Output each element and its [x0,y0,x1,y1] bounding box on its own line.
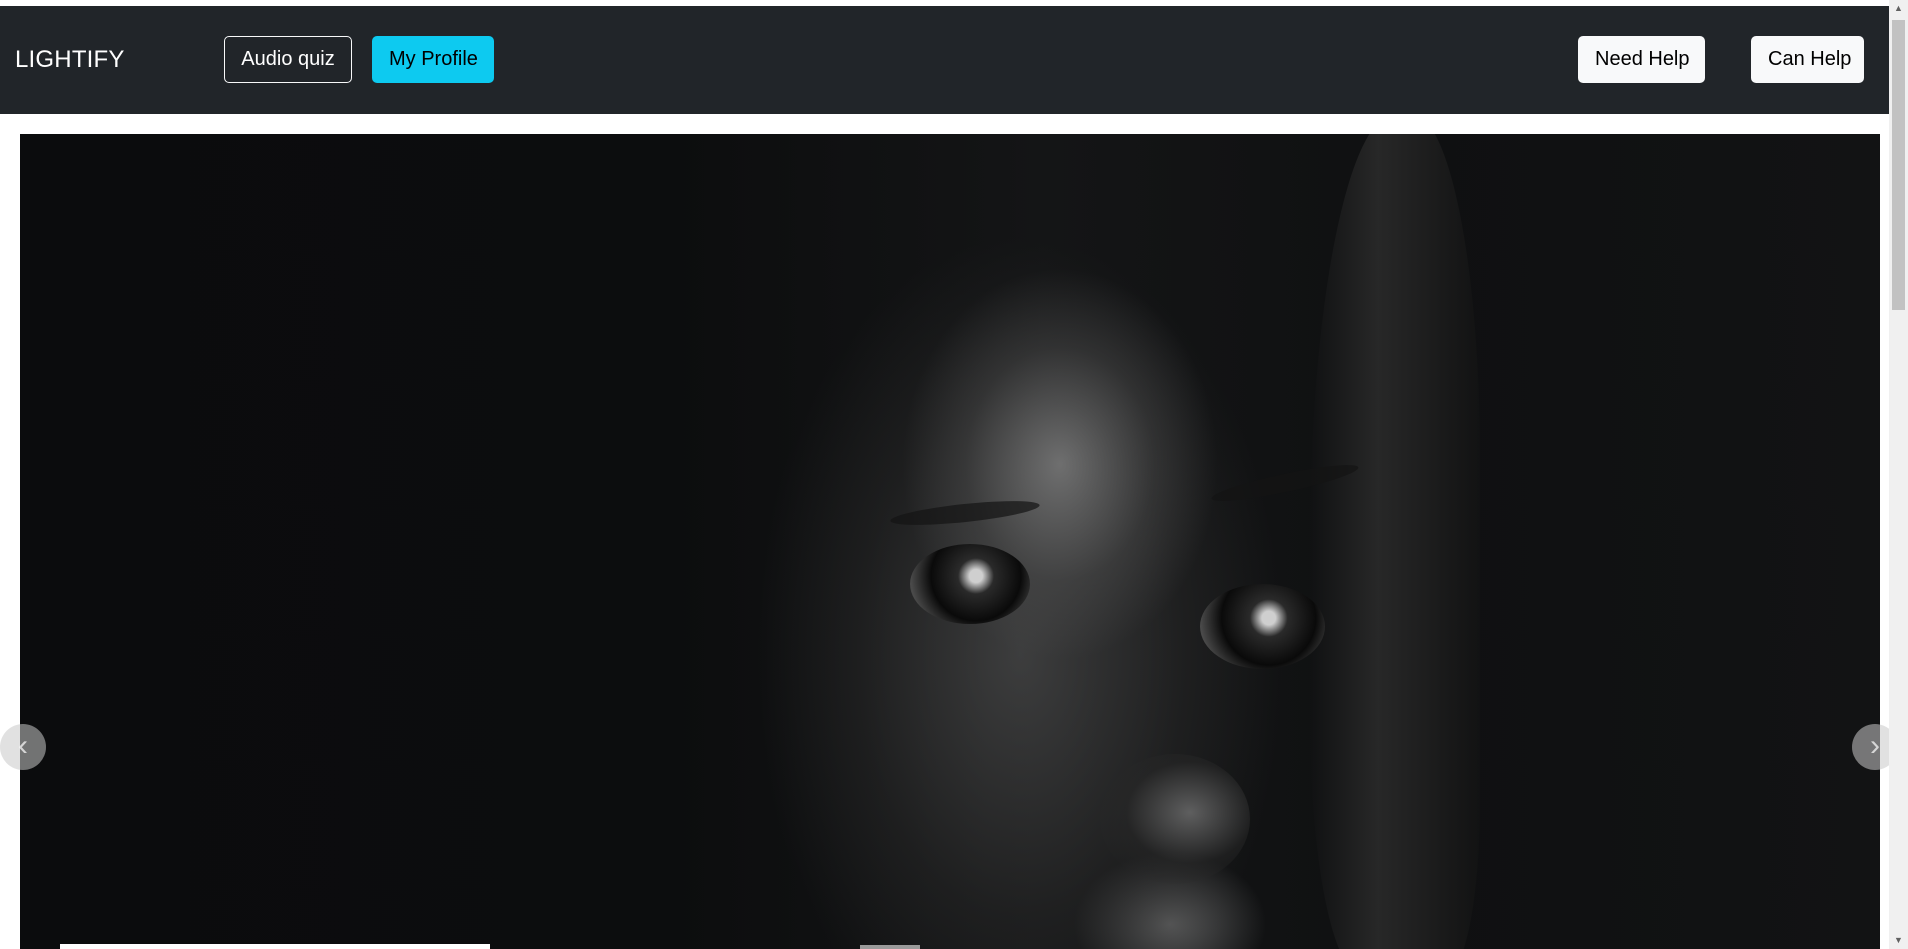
right-eye-shape [1200,584,1325,669]
nose-shape [1100,754,1250,884]
left-brow-shape [889,496,1041,530]
chevron-left-icon: ‹ [18,729,28,762]
audio-quiz-button[interactable]: Audio quiz [224,36,352,83]
scroll-up-arrow-icon[interactable]: ▲ [1889,0,1908,17]
scroll-down-arrow-icon[interactable]: ▼ [1889,932,1908,949]
need-help-button[interactable]: Need Help [1578,36,1705,83]
navbar: LIGHTIFY Audio quiz My Profile Need Help… [0,6,1889,114]
carousel-indicator[interactable] [860,945,920,949]
scrollbar-thumb[interactable] [1892,20,1905,310]
image-carousel [20,134,1880,949]
page: LIGHTIFY Audio quiz My Profile Need Help… [0,0,1889,949]
carousel-indicator-active[interactable] [60,944,490,949]
carousel-prev-button[interactable]: ‹ [0,724,46,770]
vertical-scrollbar[interactable]: ▲ ▼ [1889,0,1908,949]
brand-logo[interactable]: LIGHTIFY [15,6,125,114]
left-eye-shape [910,544,1030,624]
hood-shape [1310,134,1480,949]
chevron-right-icon: › [1870,729,1880,762]
my-profile-button[interactable]: My Profile [372,36,494,83]
can-help-button[interactable]: Can Help [1751,36,1864,83]
carousel-slide-image [20,134,1880,949]
